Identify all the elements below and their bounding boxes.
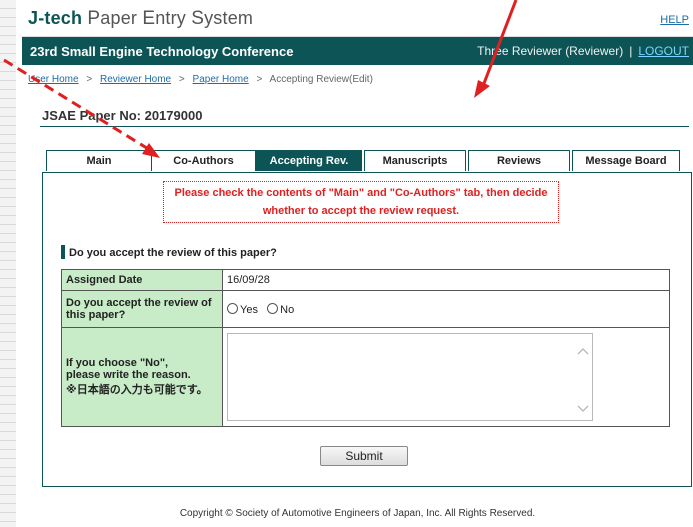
radio-circle-icon: [267, 302, 279, 314]
chevron-down-icon: [577, 405, 589, 412]
help-link[interactable]: HELP: [660, 14, 689, 26]
reason-textarea[interactable]: [227, 333, 593, 421]
breadcrumb-reviewer-home[interactable]: Reviewer Home: [100, 74, 171, 85]
tab-reviews[interactable]: Reviews: [468, 150, 570, 171]
user-info: Three Reviewer (Reviewer) | LOGOUT: [477, 44, 689, 58]
conference-bar: 23rd Small Engine Technology Conference …: [22, 37, 693, 65]
top-bar: J-tech Paper Entry System HELP: [22, 0, 693, 37]
chevron-up-icon: [577, 348, 589, 355]
table-row: Do you accept the review of this paper? …: [61, 290, 670, 328]
breadcrumb-current: Accepting Review(Edit): [269, 74, 373, 85]
section-heading: Do you accept the review of this paper?: [61, 245, 277, 259]
assigned-date-value: 16/09/28: [222, 269, 670, 291]
table-row: Assigned Date 16/09/28: [61, 269, 670, 291]
accept-review-label: Do you accept the review of this paper?: [61, 290, 223, 328]
breadcrumb: User Home > Reviewer Home > Paper Home >…: [28, 74, 373, 85]
tab-main[interactable]: Main: [46, 150, 152, 171]
heading-divider: [40, 126, 689, 127]
no-radio[interactable]: No: [267, 302, 294, 316]
radio-circle-icon: [227, 302, 238, 314]
reason-cell: [222, 327, 670, 427]
logout-link[interactable]: LOGOUT: [638, 44, 689, 58]
yes-radio[interactable]: Yes: [227, 302, 258, 316]
paper-number-heading: JSAE Paper No: 20179000: [42, 108, 203, 123]
heading-bar-icon: [61, 245, 65, 259]
conference-title: 23rd Small Engine Technology Conference: [30, 44, 294, 59]
tab-panel: Please check the contents of "Main" and …: [42, 173, 692, 487]
tab-co-authors[interactable]: Co-Authors: [151, 150, 256, 171]
breadcrumb-user-home[interactable]: User Home: [28, 74, 79, 85]
tab-manuscripts[interactable]: Manuscripts: [364, 150, 466, 171]
accept-review-options: Yes No: [222, 290, 670, 328]
breadcrumb-paper-home[interactable]: Paper Home: [193, 74, 249, 85]
textarea-scrollbar[interactable]: [576, 344, 590, 418]
tab-bar: Main Co-Authors Accepting Rev. Manuscrip…: [46, 150, 686, 172]
page: J-tech Paper Entry System HELP 23rd Smal…: [22, 0, 693, 527]
assigned-date-label: Assigned Date: [61, 269, 223, 291]
reason-label: If you choose "No", please write the rea…: [61, 327, 223, 427]
notice-box: Please check the contents of "Main" and …: [163, 181, 559, 223]
tab-accepting-rev[interactable]: Accepting Rev.: [256, 150, 362, 171]
app-logo: J-tech Paper Entry System: [28, 8, 254, 29]
submit-button[interactable]: Submit: [320, 446, 408, 466]
copyright: Copyright © Society of Automotive Engine…: [179, 508, 536, 519]
tab-message-board[interactable]: Message Board: [572, 150, 680, 171]
side-rail: [0, 0, 16, 527]
user-name: Three Reviewer (Reviewer): [477, 44, 624, 58]
